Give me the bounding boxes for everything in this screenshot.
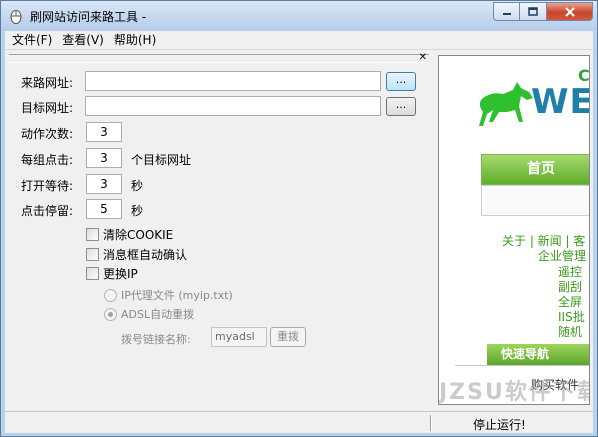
- maximize-button[interactable]: [520, 2, 547, 21]
- maximize-icon: [528, 7, 538, 16]
- group-click-unit: 个目标网址: [131, 153, 192, 167]
- target-url-browse-button[interactable]: ...: [386, 97, 416, 116]
- auto-confirm-label: 消息框自动确认: [103, 248, 188, 262]
- home-subpanel: [481, 185, 589, 216]
- group-click-input[interactable]: 3: [86, 148, 122, 168]
- action-count-input[interactable]: 3: [86, 122, 122, 142]
- group-click-label: 每组点击:: [21, 153, 74, 167]
- menu-help[interactable]: 帮助(H): [109, 31, 161, 50]
- open-wait-unit: 秒: [131, 179, 144, 193]
- target-url-input[interactable]: [85, 96, 381, 116]
- browser-pane[interactable]: WE C 首页 关于 | 新闻 | 客 企业管理 遥控 副刮 全屏 IIS批 随…: [438, 55, 590, 405]
- menu-file[interactable]: 文件(F): [5, 31, 57, 50]
- click-stay-unit: 秒: [131, 204, 144, 218]
- site-logo-text: WE: [531, 82, 590, 122]
- click-stay-input[interactable]: 5: [86, 199, 122, 219]
- status-text: 停止运行!: [473, 418, 526, 432]
- checkbox-box[interactable]: [86, 267, 99, 280]
- redial-button[interactable]: 重拨: [270, 327, 306, 347]
- open-wait-input[interactable]: 3: [86, 174, 122, 194]
- link-enterprise[interactable]: 企业管理: [538, 247, 586, 264]
- radio-button[interactable]: [104, 307, 117, 321]
- change-ip-checkbox[interactable]: 更换IP: [86, 265, 138, 282]
- menu-view[interactable]: 查看(V): [57, 31, 109, 50]
- ip-proxy-label: IP代理文件 (myip.txt): [121, 289, 233, 302]
- close-icon: [564, 6, 575, 17]
- radio-button[interactable]: [104, 288, 117, 302]
- minimize-icon: [502, 12, 511, 15]
- clear-cookie-label: 清除COOKIE: [103, 228, 174, 242]
- app-window: 刷网站访问来路工具 - 文件(F) 查看(V) 帮助(H) ✕ 来路网址: ..…: [0, 0, 598, 437]
- divider: [455, 365, 589, 366]
- close-button[interactable]: [547, 2, 593, 21]
- quick-nav-header: 快速导航: [487, 344, 589, 365]
- link-random[interactable]: 随机: [558, 323, 582, 340]
- home-tab[interactable]: 首页: [481, 154, 589, 185]
- checkbox-box[interactable]: [86, 248, 99, 261]
- auto-confirm-checkbox[interactable]: 消息框自动确认: [86, 246, 187, 263]
- menu-bar: 文件(F) 查看(V) 帮助(H): [5, 31, 593, 50]
- title-bar[interactable]: 刷网站访问来路工具 -: [1, 1, 597, 31]
- checkbox-box[interactable]: [86, 228, 99, 241]
- dial-name-input[interactable]: myadsl: [211, 327, 267, 347]
- source-url-input[interactable]: [85, 71, 381, 91]
- click-stay-label: 点击停留:: [21, 204, 74, 218]
- status-separator: [430, 415, 432, 431]
- panel-close-icon[interactable]: ✕: [419, 53, 427, 63]
- panel-header: [9, 54, 429, 63]
- watermark: JZSU软件下载: [439, 380, 590, 405]
- adsl-redial-label: ADSL自动重拨: [121, 308, 195, 321]
- horse-logo-icon: [479, 82, 533, 126]
- site-logo-letter: C: [578, 66, 590, 85]
- client-area: ✕ 来路网址: ... 目标网址: ... 动作次数: 3 每组点击: 3 个目…: [5, 50, 593, 433]
- change-ip-label: 更换IP: [103, 267, 138, 281]
- target-url-label: 目标网址:: [21, 101, 74, 115]
- source-url-browse-button[interactable]: ...: [386, 72, 416, 91]
- source-url-label: 来路网址:: [21, 76, 74, 90]
- settings-panel: ✕ 来路网址: ... 目标网址: ... 动作次数: 3 每组点击: 3 个目…: [5, 50, 430, 410]
- app-icon: [10, 10, 22, 24]
- ip-proxy-radio[interactable]: IP代理文件 (myip.txt): [104, 287, 233, 303]
- clear-cookie-checkbox[interactable]: 清除COOKIE: [86, 226, 173, 243]
- adsl-redial-radio[interactable]: ADSL自动重拨: [104, 306, 194, 322]
- window-title: 刷网站访问来路工具 -: [30, 10, 147, 24]
- status-bar: 停止运行!: [5, 411, 593, 433]
- dial-name-label: 拨号链接名称:: [121, 333, 191, 346]
- action-count-label: 动作次数:: [21, 127, 74, 141]
- minimize-button[interactable]: [493, 2, 520, 21]
- open-wait-label: 打开等待:: [21, 179, 74, 193]
